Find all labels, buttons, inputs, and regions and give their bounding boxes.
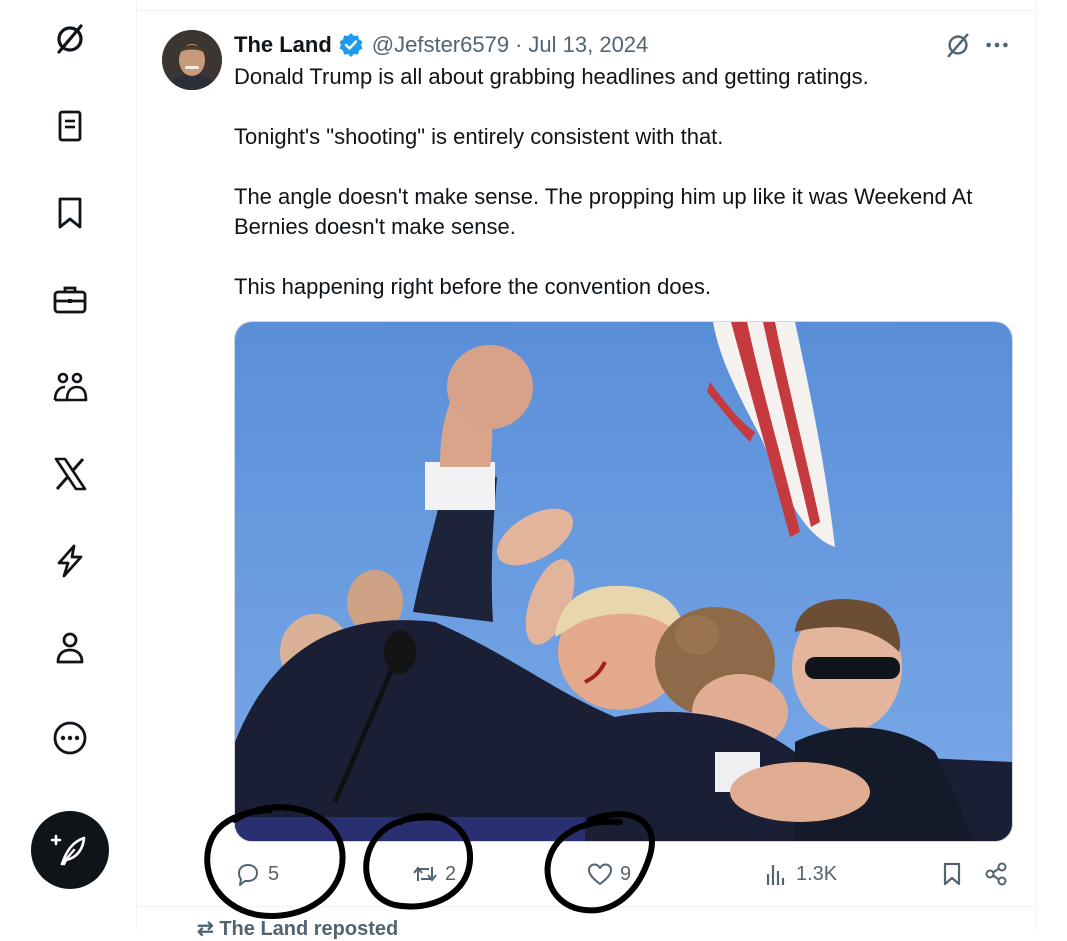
grok-explain-button[interactable] [943,30,973,60]
reply-icon [238,864,258,886]
post-more-button[interactable] [982,30,1012,60]
post-paragraph: Tonight's "shooting" is entirely consist… [234,124,724,149]
sidebar-nav [0,0,137,930]
jobs-briefcase-icon [53,286,87,314]
post-paragraph: This happening right before the conventi… [234,274,711,299]
nav-lists[interactable] [44,100,96,152]
divider [137,10,1036,11]
avatar-photo [162,30,222,90]
bookmark-icon [58,197,82,229]
view-count: 1.3K [796,862,838,885]
nav-home-x[interactable] [44,448,96,500]
post-header: The Land @Jefster6579 · Jul 13, 2024 [234,30,648,60]
post-actions: 5 2 9 1.3K [234,852,1024,896]
next-post-repost-label: ⇄ The Land reposted [197,916,398,941]
repost-button[interactable]: 2 [411,852,456,896]
grok-icon [57,24,83,54]
compose-post-button[interactable] [31,811,109,889]
post-date[interactable]: Jul 13, 2024 [528,32,648,58]
separator: · [515,32,523,57]
author-name[interactable]: The Land [234,32,332,58]
nav-jobs[interactable] [44,274,96,326]
grok-icon [947,33,969,58]
repost-indicator-icon: ⇄ [197,918,214,940]
bookmark-icon [943,862,961,886]
divider [137,906,1036,907]
compose-feather-icon [50,834,86,866]
reply-count: 5 [268,862,280,885]
repost-label: The Land reposted [219,918,399,940]
more-dots-icon [986,42,1008,48]
nav-profile[interactable] [44,622,96,674]
avatar[interactable] [162,30,222,90]
views-analytics-icon [766,865,785,885]
bookmark-button[interactable] [938,852,972,896]
x-logo-icon [54,457,87,491]
profile-icon [56,632,84,664]
share-button[interactable] [982,852,1016,896]
repost-icon [413,866,437,882]
post-paragraph: Donald Trump is all about grabbing headl… [234,64,869,89]
communities-icon [53,372,88,402]
like-count: 9 [620,862,632,885]
verified-orgs-bolt-icon [57,544,83,578]
photo-image [235,322,1012,841]
lists-icon [58,110,82,142]
like-button[interactable]: 9 [586,852,631,896]
post-paragraph: The angle doesn't make sense. The proppi… [234,184,973,239]
nav-bookmarks[interactable] [44,187,96,239]
repost-count: 2 [445,862,457,885]
author-handle[interactable]: @Jefster6579 [372,32,509,58]
reply-button[interactable]: 5 [234,852,279,896]
post-image[interactable] [234,321,1013,842]
nav-more[interactable] [44,712,96,764]
more-icon [53,721,87,755]
views-button[interactable]: 1.3K [762,852,837,896]
timeline-column: The Land @Jefster6579 · Jul 13, 2024 Don… [136,0,1037,940]
nav-verified-orgs[interactable] [44,535,96,587]
share-icon [985,862,1007,886]
heart-icon [588,863,612,885]
post-text: Donald Trump is all about grabbing headl… [234,62,1024,302]
nav-grok[interactable] [44,13,96,65]
nav-communities[interactable] [44,361,96,413]
verified-badge-icon [339,33,363,57]
